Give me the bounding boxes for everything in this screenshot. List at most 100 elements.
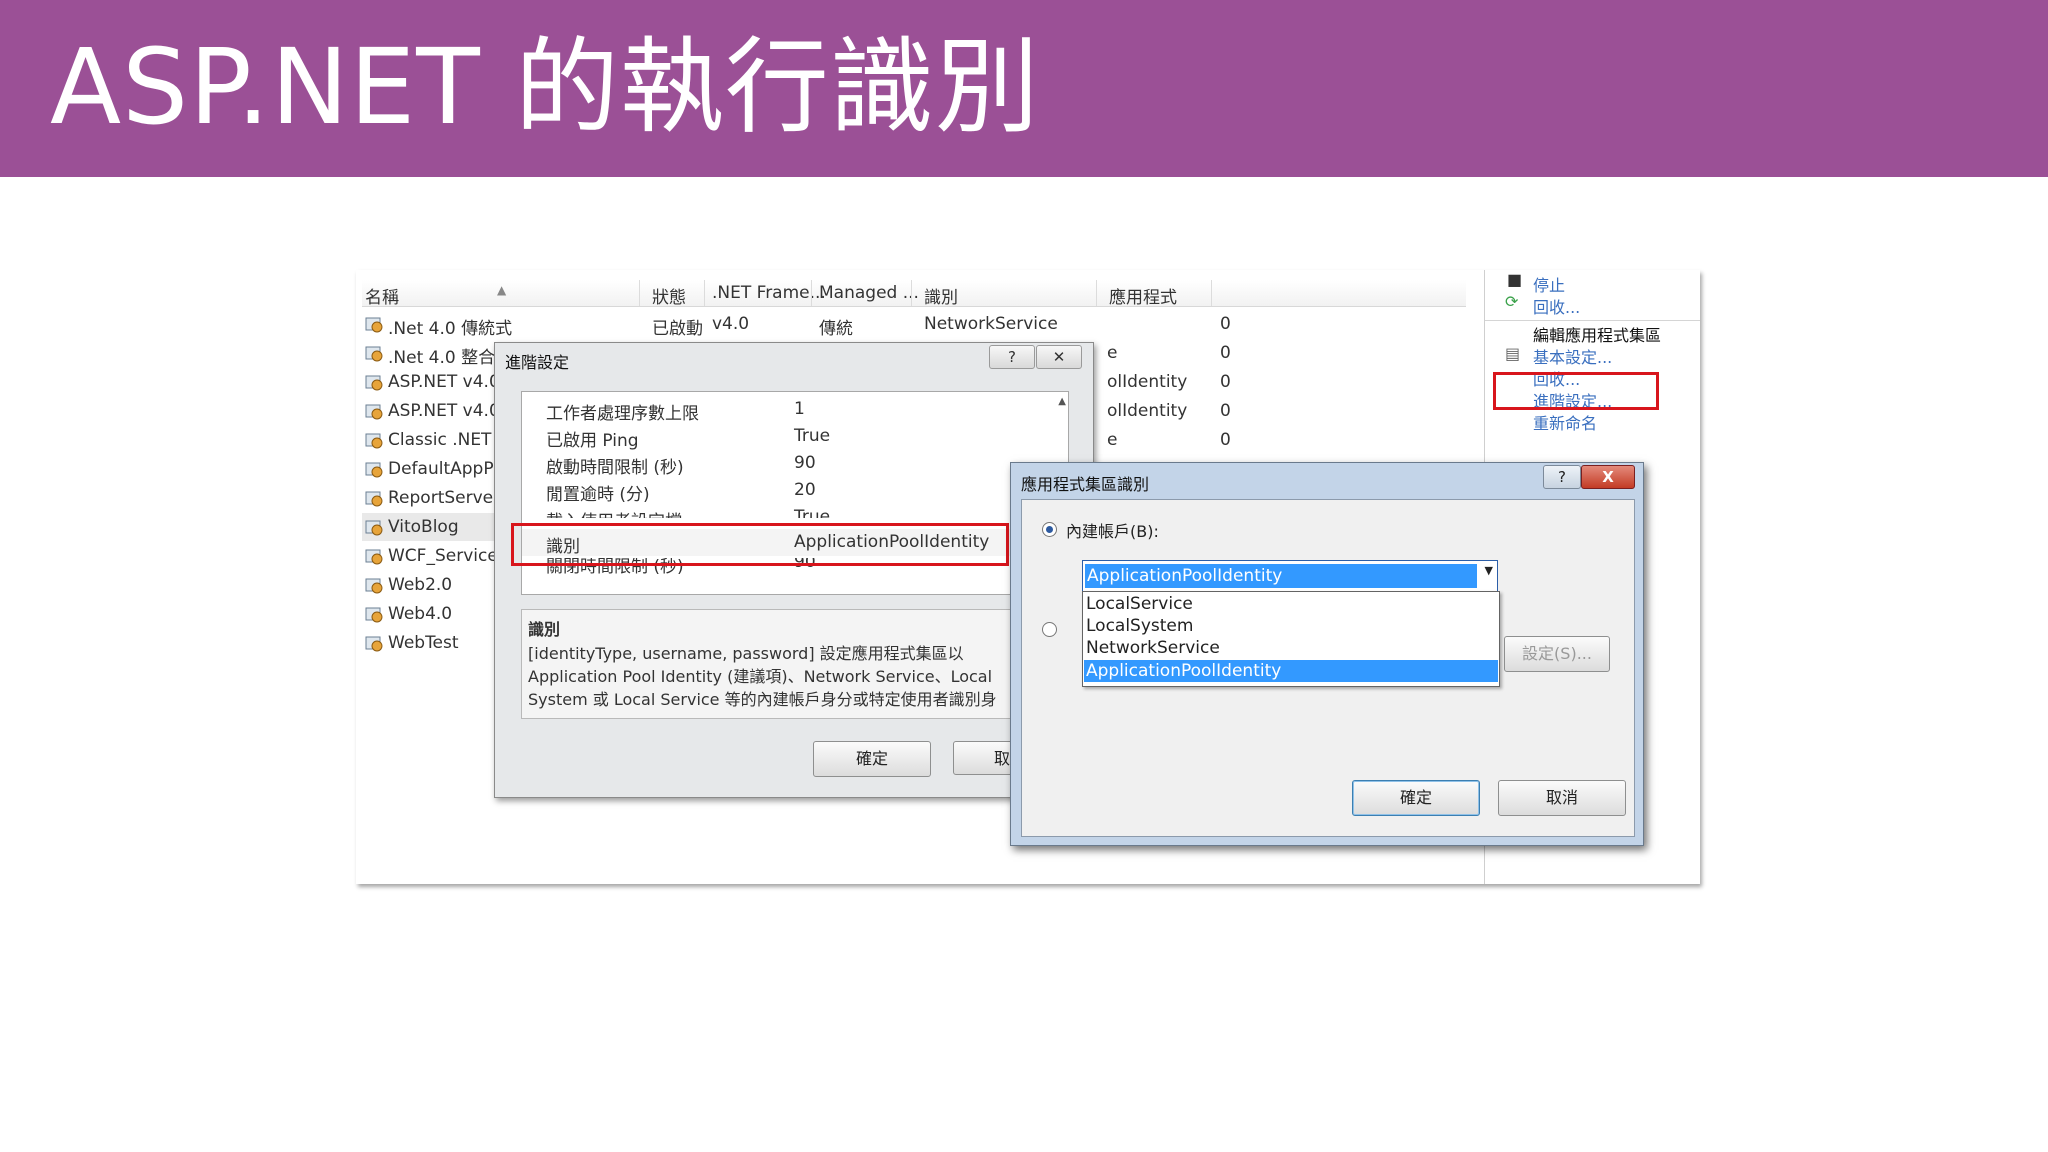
property-description: 識別 [identityType, username, password] 設定… bbox=[521, 609, 1069, 719]
col-framework[interactable]: .NET Frame... bbox=[712, 283, 826, 303]
col-divider bbox=[811, 280, 812, 306]
row-name: ReportServe bbox=[388, 488, 494, 508]
app-pool-icon bbox=[364, 315, 384, 333]
col-divider bbox=[1096, 280, 1097, 306]
app-pool-icon bbox=[364, 344, 384, 362]
row-name: VitoBlog bbox=[388, 517, 459, 537]
app-pool-icon bbox=[364, 547, 384, 565]
row-name: WebTest bbox=[388, 633, 459, 653]
row-name: ASP.NET v4.0 bbox=[388, 372, 500, 392]
row-identity: e bbox=[1107, 430, 1118, 450]
iis-screenshot: 名稱 ▲ 狀態 .NET Frame... Managed ... 識別 應用程… bbox=[356, 270, 1700, 884]
property-value: True bbox=[794, 426, 831, 446]
app-pool-icon bbox=[364, 460, 384, 478]
row-name: WCF_Service bbox=[388, 546, 498, 566]
dropdown-option[interactable]: NetworkService bbox=[1084, 637, 1498, 659]
action-recycle[interactable]: 回收... bbox=[1533, 294, 1580, 318]
help-button[interactable]: ? bbox=[989, 345, 1035, 369]
list-header: 名稱 ▲ 狀態 .NET Frame... Managed ... 識別 應用程… bbox=[362, 280, 1466, 308]
property-key: 啟動時間限制 (秒) bbox=[546, 458, 684, 478]
title-banner: ASP.NET 的執行識別 bbox=[0, 0, 2048, 177]
app-pool-icon bbox=[364, 576, 384, 594]
property-row[interactable]: 載入使用者設定檔 True bbox=[522, 504, 1042, 518]
col-state[interactable]: 狀態 bbox=[652, 283, 686, 308]
row-identity: olIdentity bbox=[1107, 372, 1188, 392]
slide-title: ASP.NET 的執行識別 bbox=[50, 26, 1040, 148]
property-row[interactable]: 工作者處理序數上限 1 bbox=[522, 396, 1042, 424]
action-rename[interactable]: 重新命名 bbox=[1533, 410, 1597, 434]
property-value: 20 bbox=[794, 480, 816, 500]
row-mode: 傳統 bbox=[819, 319, 853, 339]
row-apps: 0 bbox=[1220, 372, 1231, 392]
advanced-settings-dialog: 進階設定 ? ✕ ▲ 工作者處理序數上限 1 已啟用 Ping True 啟動時… bbox=[494, 342, 1094, 798]
scroll-up-icon[interactable]: ▲ bbox=[1058, 396, 1066, 407]
cancel-button[interactable]: 取消 bbox=[1498, 780, 1626, 816]
row-name: ASP.NET v4.0 bbox=[388, 401, 500, 421]
recycle-icon: ⟳ bbox=[1505, 292, 1519, 311]
row-identity: NetworkService bbox=[924, 314, 1058, 334]
builtin-account-label: 內建帳戶(B): bbox=[1066, 522, 1159, 541]
col-name[interactable]: 名稱 bbox=[365, 283, 399, 308]
dropdown-option-selected[interactable]: ApplicationPoolIdentity bbox=[1084, 660, 1498, 682]
help-button[interactable]: ? bbox=[1543, 465, 1581, 489]
close-button[interactable]: ✕ bbox=[1036, 345, 1082, 369]
dialog-title: 應用程式集區識別 bbox=[1021, 475, 1150, 494]
app-pool-identity-dialog: 應用程式集區識別 ? X 內建帳戶(B): ApplicationPoolIde… bbox=[1010, 462, 1644, 846]
settings-icon: ▤ bbox=[1505, 344, 1521, 363]
property-value: True bbox=[794, 507, 831, 518]
row-name: Web2.0 bbox=[388, 575, 453, 595]
row-apps: 0 bbox=[1220, 401, 1231, 421]
app-pool-icon bbox=[364, 402, 384, 420]
chevron-down-icon[interactable]: ▼ bbox=[1485, 564, 1493, 577]
selected-value: ApplicationPoolIdentity bbox=[1085, 564, 1477, 588]
action-basic-settings[interactable]: 基本設定... bbox=[1533, 344, 1612, 368]
property-key: 工作者處理序數上限 bbox=[546, 404, 699, 424]
row-apps: 0 bbox=[1220, 430, 1231, 450]
property-row[interactable]: 啟動時間限制 (秒) 90 bbox=[522, 450, 1042, 478]
row-identity: olIdentity bbox=[1107, 401, 1188, 421]
set-button[interactable]: 設定(S)... bbox=[1504, 636, 1610, 672]
app-pool-icon bbox=[364, 518, 384, 536]
app-pool-icon bbox=[364, 373, 384, 391]
builtin-account-radio[interactable] bbox=[1042, 522, 1057, 537]
row-apps: 0 bbox=[1220, 314, 1231, 334]
custom-account-radio[interactable] bbox=[1042, 622, 1057, 637]
row-state: 已啟動 bbox=[652, 319, 703, 339]
property-value: 1 bbox=[794, 399, 805, 419]
dropdown-option[interactable]: LocalService bbox=[1084, 593, 1498, 615]
stop-icon: ■ bbox=[1507, 270, 1523, 289]
property-value: 90 bbox=[794, 453, 816, 473]
ok-button[interactable]: 確定 bbox=[1352, 780, 1480, 816]
col-managed[interactable]: Managed ... bbox=[819, 283, 919, 303]
action-stop[interactable]: 停止 bbox=[1533, 272, 1565, 296]
col-identity[interactable]: 識別 bbox=[924, 283, 958, 308]
sort-arrow-icon: ▲ bbox=[497, 283, 507, 297]
property-key: 載入使用者設定檔 bbox=[546, 507, 682, 518]
property-row[interactable]: 已啟用 Ping True bbox=[522, 423, 1042, 451]
app-pool-icon bbox=[364, 489, 384, 507]
property-row[interactable]: 閒置逾時 (分) 20 bbox=[522, 477, 1042, 505]
app-pool-icon bbox=[364, 431, 384, 449]
dropdown-option[interactable]: LocalSystem bbox=[1084, 615, 1498, 637]
app-pool-icon bbox=[364, 605, 384, 623]
dialog-body: 內建帳戶(B): ApplicationPoolIdentity ▼ Local… bbox=[1021, 499, 1635, 837]
col-divider bbox=[704, 280, 705, 306]
row-name: .Net 4.0 整合 bbox=[388, 348, 496, 368]
row-name: Classic .NET bbox=[388, 430, 492, 450]
table-row[interactable]: .Net 4.0 傳統式 已啟動 v4.0 傳統 NetworkService … bbox=[362, 310, 1462, 339]
col-divider bbox=[639, 280, 640, 306]
row-apps: 0 bbox=[1220, 343, 1231, 363]
builtin-account-select[interactable]: ApplicationPoolIdentity ▼ bbox=[1082, 560, 1498, 592]
action-group-header: 編輯應用程式集區 bbox=[1533, 326, 1662, 345]
col-divider bbox=[1211, 280, 1212, 306]
account-dropdown-list: LocalService LocalSystem NetworkService … bbox=[1082, 591, 1500, 687]
highlight-box-identity bbox=[511, 523, 1009, 566]
row-name: .Net 4.0 傳統式 bbox=[388, 319, 513, 339]
col-apps[interactable]: 應用程式 bbox=[1109, 283, 1177, 308]
description-line: Application Pool Identity (建議項)、Network … bbox=[528, 667, 993, 686]
ok-button[interactable]: 確定 bbox=[813, 741, 931, 777]
property-key: 已啟用 Ping bbox=[546, 431, 639, 451]
row-identity: e bbox=[1107, 343, 1118, 363]
row-framework: v4.0 bbox=[712, 314, 750, 334]
close-button[interactable]: X bbox=[1581, 465, 1635, 489]
